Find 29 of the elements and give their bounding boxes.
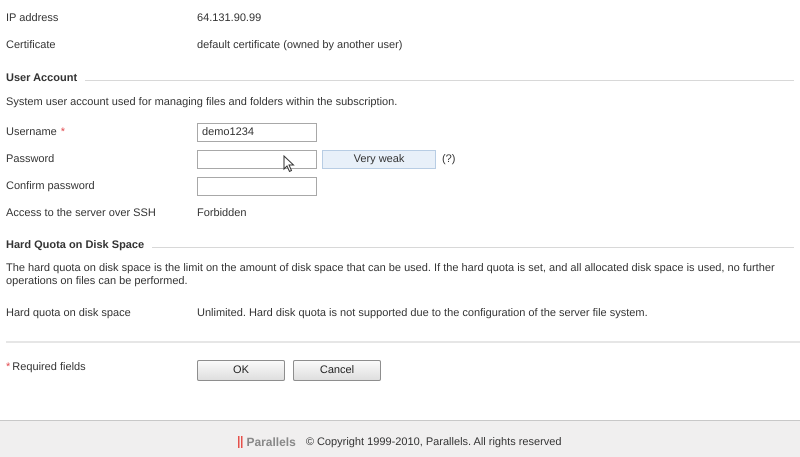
- section-description: System user account used for managing files and folders within the subscription.: [6, 95, 398, 110]
- field-value: Forbidden: [197, 206, 247, 221]
- field-label: Hard quota on disk space: [6, 306, 131, 321]
- field-label: Password: [6, 152, 54, 167]
- form-button[interactable]: Cancel: [293, 360, 381, 380]
- section-description: The hard quota on disk space is the limit on the amount of disk space that can be used. If the hard quota is set, and all allocated disk space is used, no further operations on files can be performed.: [6, 262, 776, 288]
- field-label: Certificate: [6, 38, 56, 54]
- field-value: default certificate (owned by another user): [197, 38, 402, 54]
- logo-bars-icon: [238, 436, 244, 448]
- section-heading: Hard Quota on Disk Space: [6, 238, 144, 254]
- form-button[interactable]: OK: [197, 360, 285, 380]
- cursor-icon: [283, 154, 295, 172]
- field-label: Access to the server over SSH: [6, 206, 156, 221]
- copyright-text: © Copyright 1999-2010, Parallels. All rights reserved: [306, 434, 562, 450]
- password-field[interactable]: [197, 150, 317, 168]
- username-field[interactable]: demo1234: [197, 122, 317, 142]
- field-value: Unlimited. Hard disk quota is not supported due to the configuration of the server file system.: [197, 306, 648, 321]
- logo-text: Parallels: [246, 434, 296, 451]
- help-link[interactable]: (?): [442, 150, 456, 168]
- field-value: 64.131.90.99: [197, 11, 262, 26]
- field-label: IP address: [6, 11, 58, 26]
- field-label: Username: [6, 124, 57, 140]
- required-mark: *: [6, 360, 10, 374]
- field-label: Confirm password: [6, 178, 95, 194]
- required-mark: *: [60, 124, 66, 140]
- required-note: Required fields: [12, 360, 86, 374]
- confirm-password-field[interactable]: [197, 176, 317, 196]
- section-heading: User Account: [6, 70, 78, 86]
- password-strength-meter: Very weak: [322, 150, 436, 168]
